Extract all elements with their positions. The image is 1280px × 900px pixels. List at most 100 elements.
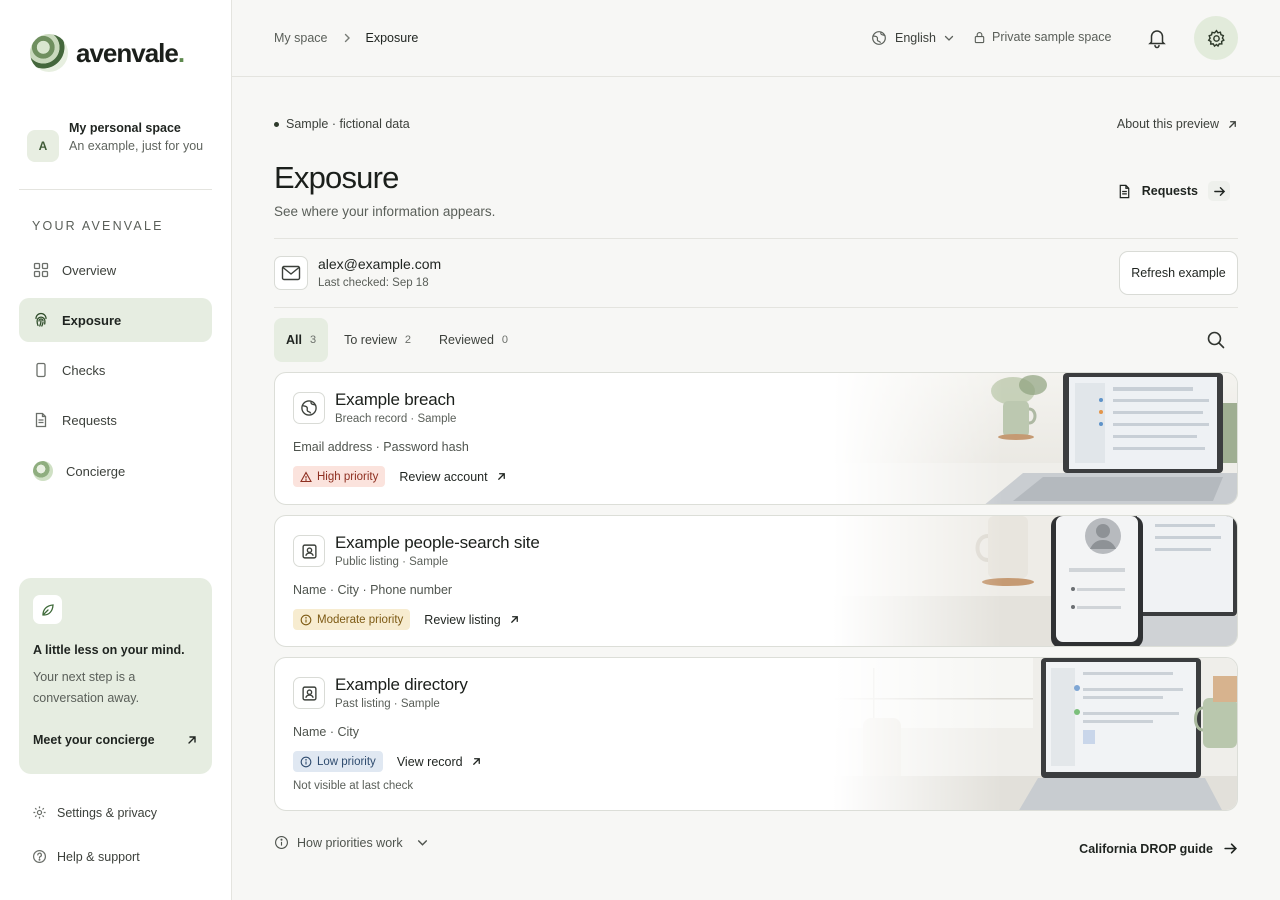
help-support-link[interactable]: Help & support — [32, 849, 140, 864]
card-link-label: Review account — [399, 469, 488, 484]
space-name: My personal space — [69, 121, 181, 135]
laptop-desk-image — [833, 373, 1237, 504]
brand-name: avenvale — [76, 37, 179, 68]
tab-label: Reviewed — [439, 333, 494, 347]
grid-icon — [33, 262, 49, 278]
breadcrumb-my-space[interactable]: My space — [274, 31, 328, 45]
tab-count: 2 — [404, 334, 412, 346]
profile-icon — [293, 677, 325, 709]
image-fade — [833, 516, 1003, 646]
priority-badge: Moderate priority — [293, 609, 411, 630]
settings-privacy-link[interactable]: Settings & privacy — [32, 805, 157, 820]
divider — [274, 307, 1238, 308]
tab-to-review[interactable]: To review 2 — [332, 318, 423, 362]
card-actions: Moderate priority Review listing — [293, 609, 520, 630]
guide-link-label: California DROP guide — [1079, 841, 1213, 856]
search-icon — [1207, 331, 1225, 349]
leaf-icon — [33, 595, 62, 624]
language-selector[interactable]: English — [871, 30, 954, 46]
arrow-right-icon — [1224, 843, 1237, 854]
arrow-right-icon — [1208, 181, 1230, 201]
chevron-right-icon — [344, 33, 350, 43]
sidebar: avenvale. A My personal space An example… — [0, 0, 232, 900]
brand-logo[interactable]: avenvale. — [30, 34, 185, 72]
about-preview-link[interactable]: About this preview — [1117, 117, 1238, 131]
promo-link-label: Meet your concierge — [33, 733, 155, 747]
promo-text: Your next step is a conversation away. — [33, 670, 140, 705]
card-meta: Breach record · Sample — [335, 413, 457, 425]
how-priorities-label: How priorities work — [297, 835, 403, 850]
space-avatar: A — [27, 130, 59, 162]
card-fields: Name · City · Phone number — [293, 583, 453, 597]
arrow-up-right-icon — [472, 758, 480, 765]
breadcrumb: My space Exposure — [274, 31, 418, 45]
sidebar-item-label: Overview — [62, 262, 117, 278]
review-account-link[interactable]: Review account — [399, 470, 506, 484]
sidebar-item-label: Concierge — [66, 463, 126, 479]
language-label: English — [895, 31, 936, 45]
phone-desk-image — [833, 516, 1237, 646]
page-title: Exposure — [274, 160, 399, 195]
requests-button[interactable]: Requests — [1117, 181, 1230, 201]
sample-tag-label: Sample · fictional data — [286, 117, 410, 131]
sidebar-item-label: Exposure — [62, 312, 122, 328]
california-drop-guide-link[interactable]: California DROP guide — [1079, 841, 1238, 856]
email-icon — [274, 256, 308, 290]
arrow-up-right-icon — [188, 736, 196, 744]
card-fields: Name · City — [293, 725, 359, 739]
about-link-label: About this preview — [1116, 117, 1219, 131]
dot-icon — [274, 121, 279, 127]
notifications-button[interactable] — [1146, 27, 1168, 49]
card-note: Not visible at last check — [293, 780, 414, 792]
sidebar-item-concierge[interactable]: Concierge — [19, 449, 212, 493]
tab-all[interactable]: All 3 — [274, 318, 329, 362]
email-address: alex@example.com — [318, 256, 442, 272]
tab-label: All — [286, 333, 302, 347]
info-icon — [300, 614, 312, 625]
sidebar-item-requests[interactable]: Requests — [19, 398, 212, 442]
top-bar: My space Exposure English Private sample… — [232, 0, 1280, 77]
tab-label: To review — [344, 333, 397, 347]
search-button[interactable] — [1206, 330, 1226, 350]
settings-button[interactable] — [1194, 16, 1238, 60]
globe-icon — [293, 392, 325, 424]
meet-concierge-link[interactable]: Meet your concierge — [33, 733, 198, 747]
sidebar-item-label: Requests — [62, 412, 117, 428]
card-link-label: Review listing — [424, 612, 501, 627]
gear-icon — [1207, 29, 1225, 47]
page-subtitle: See where your information appears. — [274, 204, 496, 219]
card-meta: Public listing · Sample — [335, 556, 449, 568]
sidebar-item-label: Checks — [62, 362, 106, 378]
card-actions: High priority Review account — [293, 466, 507, 487]
lock-icon — [974, 31, 985, 43]
space-switcher[interactable]: A My personal space An example, just for… — [27, 119, 207, 162]
space-description: An example, just for you — [69, 139, 204, 153]
filter-tabs: All 3 To review 2 Reviewed 0 — [274, 318, 520, 362]
phone-icon — [36, 362, 46, 378]
card-title: Example breach — [335, 390, 456, 409]
tab-reviewed[interactable]: Reviewed 0 — [427, 318, 520, 362]
concierge-avatar — [33, 461, 53, 481]
bell-icon — [1148, 30, 1166, 49]
exposure-card: Example directory Past listing · Sample … — [274, 657, 1238, 811]
card-meta: Past listing · Sample — [335, 698, 440, 710]
card-link-label: View record — [396, 754, 463, 769]
gear-icon — [33, 806, 46, 819]
card-title: Example directory — [335, 675, 468, 694]
sidebar-item-checks[interactable]: Checks — [19, 348, 212, 392]
sidebar-item-overview[interactable]: Overview — [19, 248, 212, 292]
profile-icon — [293, 535, 325, 567]
refresh-example-button[interactable]: Refresh example — [1119, 251, 1238, 295]
arrow-up-right-icon — [497, 473, 505, 480]
view-record-link[interactable]: View record — [397, 755, 482, 769]
laptop-window-image — [833, 658, 1237, 810]
logo-mark-icon — [30, 34, 68, 72]
sidebar-item-exposure[interactable]: Exposure — [19, 298, 212, 342]
card-fields: Email address · Password hash — [293, 440, 469, 454]
fingerprint-icon — [35, 312, 47, 327]
image-fade — [833, 373, 1003, 504]
how-priorities-toggle[interactable]: How priorities work — [274, 835, 428, 850]
divider — [274, 238, 1238, 239]
requests-label: Requests — [1141, 184, 1198, 198]
review-listing-link[interactable]: Review listing — [424, 613, 519, 627]
